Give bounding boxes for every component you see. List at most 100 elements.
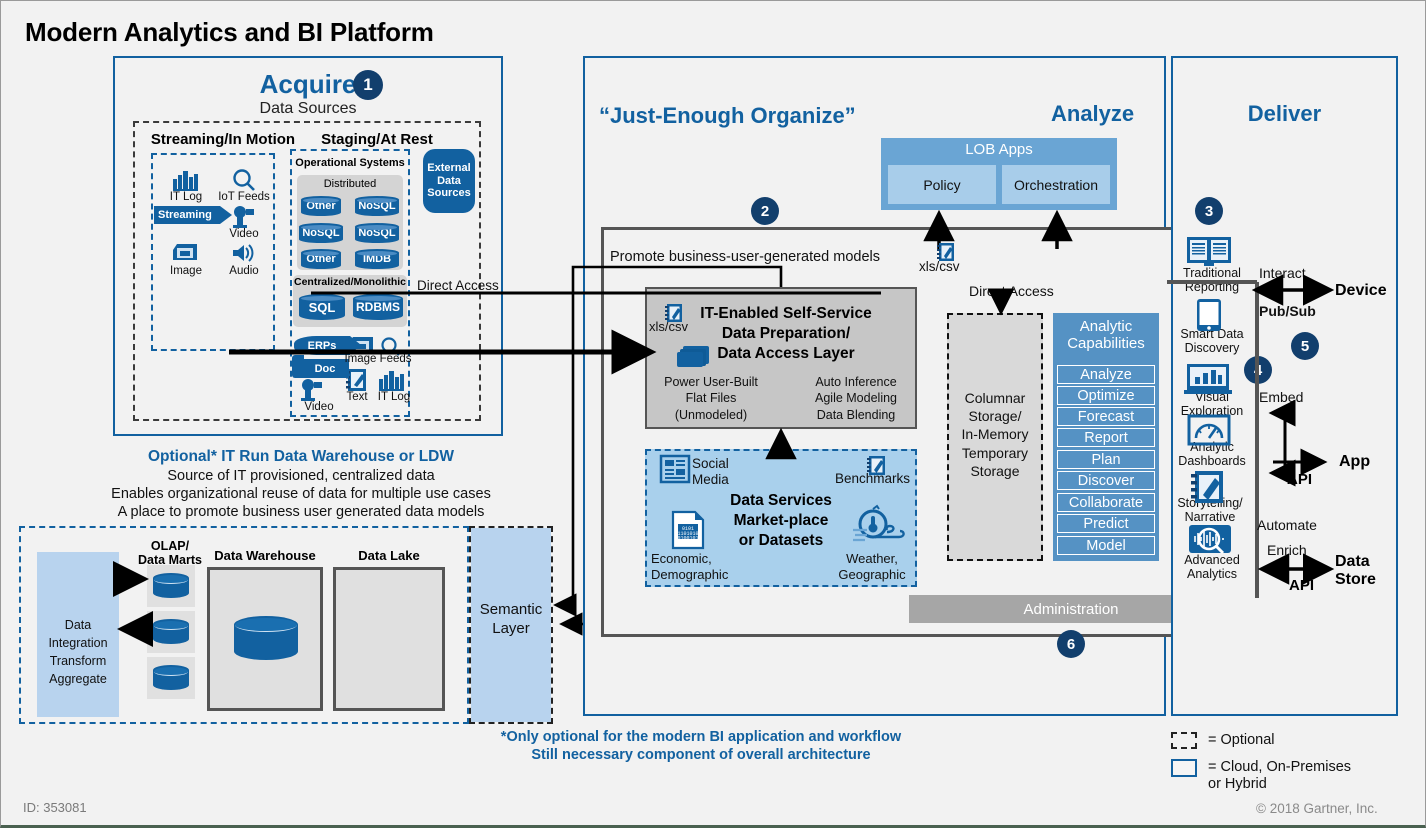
deliver-panel (1171, 56, 1398, 716)
footnote-line-1: *Only optional for the modern BI applica… (500, 729, 902, 745)
direct-access-label-center: Direct Access (969, 283, 1054, 299)
data-integration-label: Data Integration Transform Aggregate (48, 618, 108, 687)
step-badge-3: 3 (1195, 197, 1223, 225)
operational-systems-label: Operational Systems (295, 157, 405, 169)
capability-forecast[interactable]: Forecast (1057, 407, 1155, 426)
capability-predict[interactable]: Predict (1057, 514, 1155, 533)
columnar-storage-label: Columnar Storage/In-Memory Temporary Storag… (961, 390, 1029, 479)
step-badge-2: 2 (751, 197, 779, 225)
data-lake-label: Data Lake (358, 548, 420, 563)
centralized-label: Centralized/Monolithic (293, 276, 406, 288)
data-warehouse-cylinder (234, 616, 298, 660)
ds-weather-label: Weather, Geographic (838, 551, 906, 582)
page-title: Modern Analytics and BI Platform (25, 17, 434, 47)
external-data-sources: External Data Sources (423, 149, 475, 213)
analyze-heading: Analyze (1051, 101, 1135, 126)
olap-cylinder (153, 619, 189, 644)
ldw-line-3: A place to promote business user generat… (117, 504, 485, 520)
api-label-2: API (1289, 577, 1315, 594)
deliver-label-smart-data-discovery: Smart Data Discovery (1180, 327, 1244, 356)
xls-csv-label-top: xls/csv (919, 259, 960, 274)
capability-plan[interactable]: Plan (1057, 450, 1155, 469)
icon-label-image: Image (170, 265, 202, 277)
step-badge-5: 5 (1291, 332, 1319, 360)
acquire-heading: Acquire (259, 69, 357, 99)
deliver-heading: Deliver (1247, 101, 1322, 126)
deliver-label-visual-exploration: Visual Exploration (1180, 390, 1244, 419)
data-services-title: Data Services Market-place or Datasets (730, 492, 832, 550)
copyright: © 2018 Gartner, Inc. (1256, 801, 1378, 816)
step-badge-1: 1 (353, 70, 383, 100)
diagram-canvas: Modern Analytics and BI Platform Acquire… (0, 0, 1426, 828)
capability-report[interactable]: Report (1057, 428, 1155, 447)
pubsub-label: Pub/Sub (1259, 303, 1316, 319)
datastore-cylinder-sql: SQL (299, 294, 345, 320)
ds-economic-label: Economic, Demographic (651, 551, 729, 582)
datastore-cylinder: IMDB (355, 249, 399, 269)
diagram-id: ID: 353081 (23, 800, 87, 815)
streaming-tag: Streaming (154, 206, 232, 224)
automate-label: Automate (1257, 517, 1317, 533)
analytic-capabilities-title: Analytic Capabilities (1067, 318, 1145, 352)
ds-social-media-label: Social Media (692, 456, 729, 487)
interact-label: Interact (1259, 265, 1306, 281)
deliver-label-traditional-reporting: Traditional Reporting (1183, 266, 1241, 295)
lob-orchestration-box: Orchestration (1001, 164, 1111, 205)
acquire-subtitle: Data Sources (259, 100, 357, 117)
datastore-cylinder: NoSQL (355, 223, 399, 243)
lob-apps-label: LOB Apps (965, 141, 1033, 158)
capability-model[interactable]: Model (1057, 536, 1155, 555)
direct-access-label-left: Direct Access (417, 278, 499, 293)
icon-label-video-2: Video (304, 401, 334, 413)
icon-label-it-log-2: IT Log (377, 391, 411, 403)
datastore-cylinder: NoSQL (299, 223, 343, 243)
datastore-cylinder: Other (301, 249, 341, 269)
capability-discover[interactable]: Discover (1057, 471, 1155, 490)
footnote-line-2: Still necessary component of overall arc… (531, 747, 871, 763)
prep-right-text: Auto Inference Agile Modeling Data Blendin… (815, 375, 897, 422)
app-label: App (1339, 453, 1371, 470)
deliver-label-analytic-dashboards: Analytic Dashboards (1178, 440, 1246, 469)
legend-cloud-label: = Cloud, On-Premises or Hybrid (1208, 759, 1352, 793)
icon-label-image-feeds: Image Feeds (344, 353, 412, 365)
icon-label-it-log: IT Log (169, 191, 203, 203)
legend-cloud-swatch (1171, 759, 1197, 777)
streaming-group (151, 153, 275, 351)
datastore-cylinder: NoSQL (355, 196, 399, 216)
ds-benchmarks-label: Benchmarks (835, 471, 911, 486)
capability-collaborate[interactable]: Collaborate (1057, 493, 1155, 512)
icon-label-text: Text (346, 391, 368, 403)
promote-models-label: Promote business-user-generated models (610, 249, 880, 265)
embed-label: Embed (1259, 389, 1304, 405)
lob-policy-box: Policy (887, 164, 997, 205)
olap-cylinder (153, 665, 189, 690)
device-label: Device (1335, 282, 1387, 299)
icon-label-audio: Audio (229, 265, 259, 277)
organize-heading: “Just-Enough Organize” (599, 103, 856, 128)
enrich-label: Enrich (1267, 542, 1307, 558)
api-label-1: API (1287, 471, 1313, 488)
datastore-cylinder-rdbms: RDBMS (353, 294, 403, 320)
legend-optional-swatch (1171, 732, 1197, 749)
deliver-rail (1255, 282, 1259, 598)
deliver-label-advanced-analytics: Advanced Analytics (1184, 553, 1240, 582)
data-preparation-title: IT-Enabled Self-Service Data Preparation/… (700, 305, 872, 362)
capability-optimize[interactable]: Optimize (1057, 386, 1155, 405)
datastore-cylinder: Other (301, 196, 341, 216)
step-badge-6: 6 (1057, 630, 1085, 658)
xls-csv-label-prep: xls/csv (649, 319, 688, 334)
icon-label-video: Video (229, 228, 259, 240)
data-lake-box (333, 567, 445, 711)
legend-optional-label: = Optional (1208, 732, 1275, 748)
ldw-line-2: Enables organizational reuse of data for… (111, 486, 491, 502)
olap-cylinder (153, 573, 189, 598)
prep-left-text: Power User-Built Flat Files (Unmodeled) (664, 375, 758, 422)
olap-data-marts-label: OLAP/Data Marts (138, 539, 202, 568)
ldw-heading: Optional* IT Run Data Warehouse or LDW (148, 448, 454, 465)
deliver-label-storytelling: Storytelling/Narrative (1177, 496, 1243, 525)
capability-analyze[interactable]: Analyze (1057, 365, 1155, 384)
ldw-line-1: Source of IT provisioned, centralized da… (167, 468, 435, 484)
distributed-label: Distributed (323, 178, 377, 190)
data-store-label: Data Store (1335, 553, 1376, 589)
streaming-in-motion-label: Streaming/In Motion (150, 131, 296, 148)
